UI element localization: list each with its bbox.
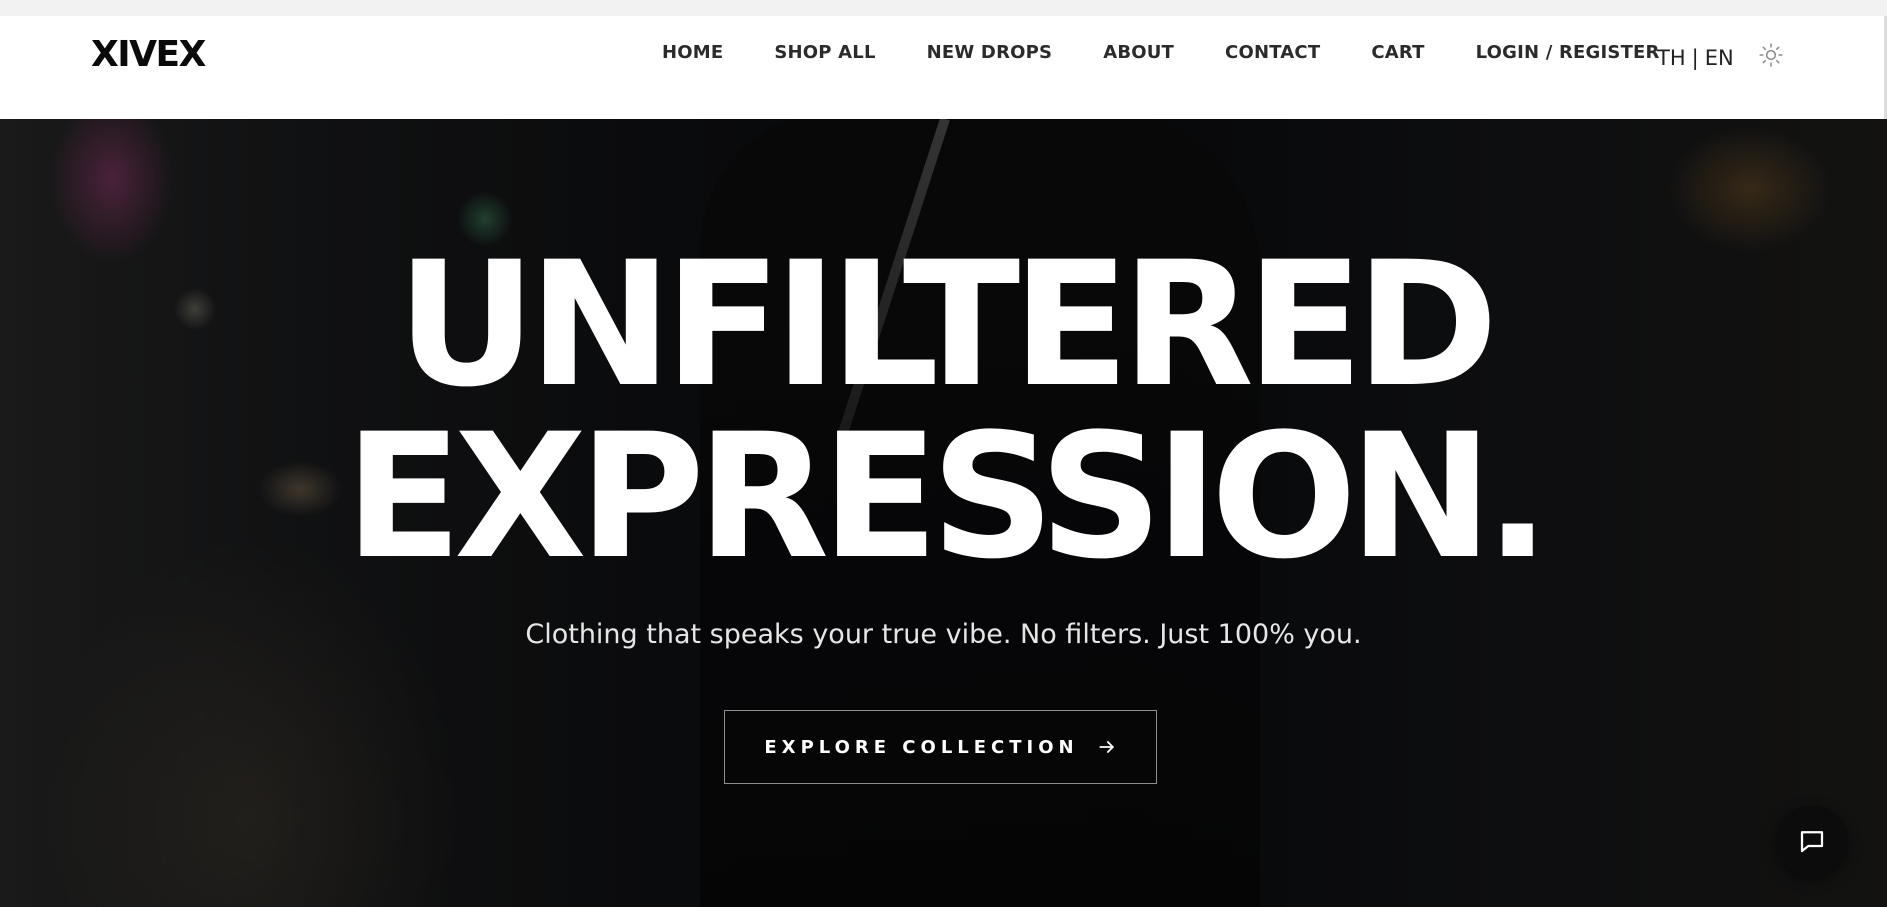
cta-label: EXPLORE COLLECTION: [764, 736, 1079, 758]
lang-th[interactable]: TH: [1657, 46, 1686, 70]
top-strip: [0, 0, 1887, 16]
nav-home[interactable]: HOME: [662, 42, 723, 63]
site-header: XIVEX HOME SHOP ALL NEW DROPS ABOUT CONT…: [0, 16, 1887, 119]
language-switcher: TH | EN: [1657, 46, 1734, 70]
main-nav: HOME SHOP ALL NEW DROPS ABOUT CONTACT CA…: [662, 42, 1660, 63]
hero-subtitle: Clothing that speaks your true vibe. No …: [525, 619, 1362, 650]
nav-new-drops[interactable]: NEW DROPS: [927, 42, 1053, 63]
hero-section: UNFILTERED EXPRESSION. Clothing that spe…: [0, 119, 1887, 907]
chat-button[interactable]: [1776, 805, 1848, 877]
nav-cart[interactable]: CART: [1371, 42, 1424, 63]
explore-collection-button[interactable]: EXPLORE COLLECTION: [724, 710, 1157, 784]
theme-toggle-button[interactable]: [1756, 40, 1786, 70]
lang-separator: |: [1691, 46, 1699, 70]
hero-headline-line2: EXPRESSION.: [344, 396, 1551, 597]
hero-headline: UNFILTERED EXPRESSION.: [0, 239, 1887, 583]
chat-bubble-icon: [1800, 831, 1824, 853]
logo[interactable]: XIVEX: [91, 34, 206, 75]
nav-about[interactable]: ABOUT: [1103, 42, 1174, 63]
hero-headline-line1: UNFILTERED: [396, 224, 1499, 425]
sun-icon: [1759, 43, 1783, 67]
nav-contact[interactable]: CONTACT: [1225, 42, 1320, 63]
nav-shop-all[interactable]: SHOP ALL: [774, 42, 875, 63]
arrow-right-icon: [1097, 737, 1117, 757]
lang-en[interactable]: EN: [1705, 46, 1734, 70]
nav-login-register[interactable]: LOGIN / REGISTER: [1476, 42, 1660, 63]
